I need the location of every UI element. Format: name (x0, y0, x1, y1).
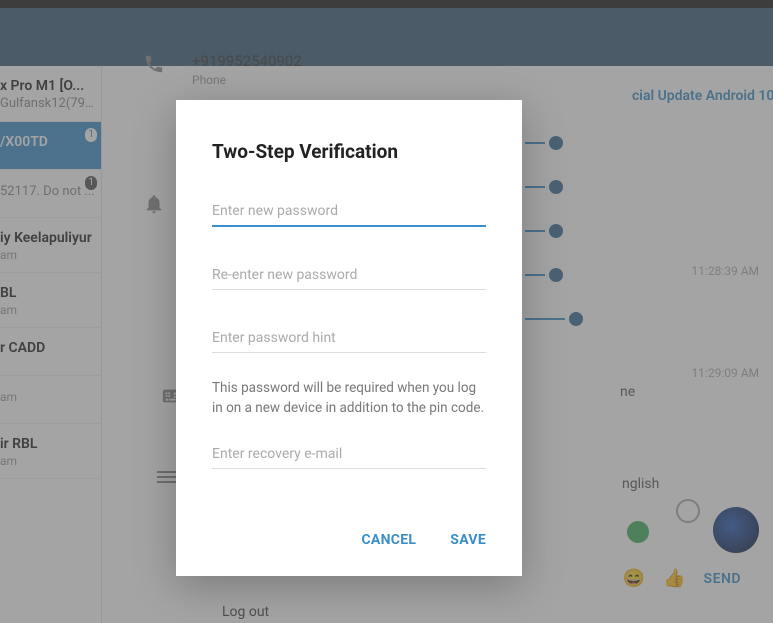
modal-title: Two-Step Verification (212, 140, 486, 163)
password-hint-input[interactable] (212, 324, 486, 353)
save-button[interactable]: SAVE (450, 532, 486, 548)
reenter-password-input[interactable] (212, 261, 486, 290)
modal-help-text: This password will be required when you … (212, 379, 486, 418)
new-password-input[interactable] (212, 197, 486, 227)
cancel-button[interactable]: CANCEL (361, 532, 416, 548)
two-step-verification-modal: Two-Step Verification This password will… (176, 100, 522, 576)
recovery-email-input[interactable] (212, 440, 486, 469)
